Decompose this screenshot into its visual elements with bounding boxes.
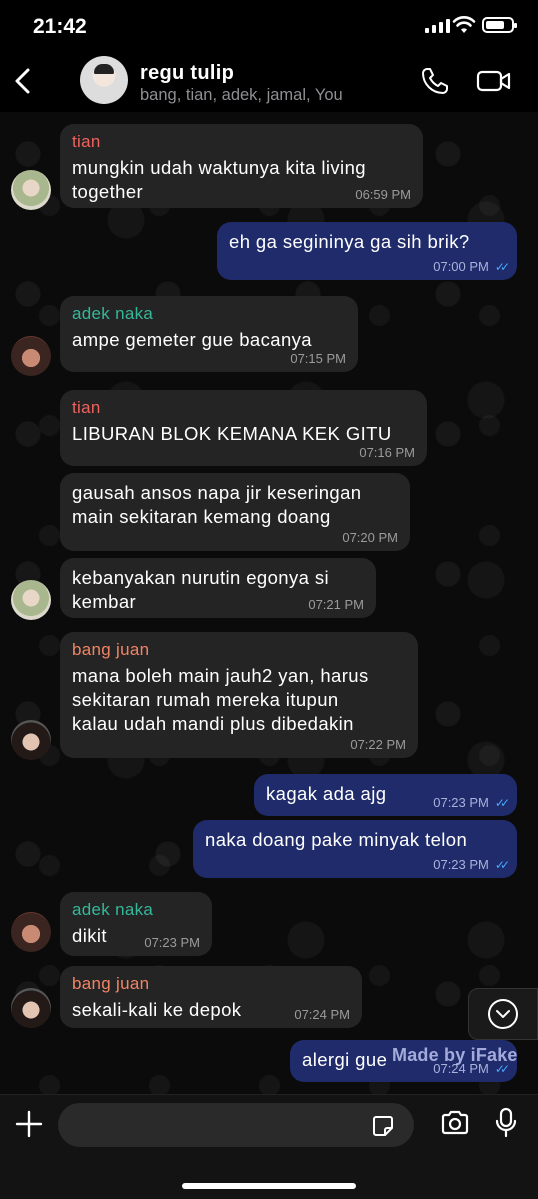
message-bubble[interactable]: kebanyakan nurutin egonya si kembar 07:2… — [60, 558, 376, 618]
sender-name: adek naka — [72, 900, 154, 919]
status-time: 21:42 — [33, 15, 87, 38]
message-input[interactable] — [58, 1103, 414, 1147]
cellular-signal-icon — [425, 19, 450, 33]
message-text: naka doang pake minyak telon — [205, 829, 468, 850]
read-receipt-icon: ✓✓ — [494, 795, 510, 810]
message-list[interactable]: tian mungkin udah waktunya kita living t… — [0, 112, 538, 1094]
sticker-icon[interactable] — [372, 1115, 394, 1137]
message-time: 07:24 PM — [294, 1007, 350, 1022]
message-bubble[interactable]: eh ga segininya ga sih brik? 07:00 PM ✓✓ — [217, 222, 517, 280]
message-time: 07:22 PM — [350, 737, 406, 752]
message-bubble[interactable]: bang juan sekali-kali ke depok 07:24 PM — [60, 966, 362, 1028]
avatar[interactable] — [11, 720, 51, 760]
camera-icon[interactable] — [440, 1110, 470, 1136]
message-time: 07:15 PM — [290, 351, 346, 366]
avatar[interactable] — [11, 580, 51, 620]
message-bubble[interactable]: tian mungkin udah waktunya kita living t… — [60, 124, 423, 208]
message-text: eh ga segininya ga sih brik? — [229, 231, 470, 252]
plus-icon[interactable] — [14, 1109, 44, 1139]
sender-name: adek naka — [72, 304, 154, 323]
avatar[interactable] — [11, 170, 51, 210]
sender-name: bang juan — [72, 640, 150, 659]
message-bubble[interactable]: adek naka dikit 07:23 PM — [60, 892, 212, 956]
group-avatar[interactable] — [80, 56, 128, 104]
video-call-icon[interactable] — [476, 69, 512, 93]
message-bubble[interactable]: bang juan mana boleh main jauh2 yan, har… — [60, 632, 418, 758]
message-bubble[interactable]: naka doang pake minyak telon 07:23 PM ✓✓ — [193, 820, 517, 878]
group-members[interactable]: bang, tian, adek, jamal, You — [140, 86, 343, 105]
phone-call-icon[interactable] — [420, 66, 450, 96]
sender-name: tian — [72, 398, 101, 417]
message-text: LIBURAN BLOK KEMANA KEK GITU — [72, 423, 392, 444]
message-text: gausah ansos napa jir keseringan main se… — [72, 482, 362, 527]
message-bubble[interactable]: adek naka ampe gemeter gue bacanya 07:15… — [60, 296, 358, 372]
wifi-icon — [452, 16, 476, 33]
message-text: mana boleh main jauh2 yan, harus sekitar… — [72, 665, 369, 734]
message-time: 07:21 PM — [308, 597, 364, 612]
battery-icon — [482, 17, 517, 33]
message-bubble[interactable]: kagak ada ajg 07:23 PM ✓✓ — [254, 774, 517, 816]
message-time: 07:20 PM — [342, 530, 398, 545]
chevron-down-icon — [488, 999, 518, 1029]
avatar[interactable] — [11, 912, 51, 952]
group-title[interactable]: regu tulip — [140, 62, 234, 85]
message-time: 07:00 PM ✓✓ — [433, 259, 510, 274]
message-time: 07:16 PM — [359, 445, 415, 460]
read-receipt-icon: ✓✓ — [494, 857, 510, 872]
message-text: ampe gemeter gue bacanya — [72, 329, 312, 350]
message-time: 06:59 PM — [355, 187, 411, 202]
sender-name: bang juan — [72, 974, 150, 993]
scroll-to-bottom-button[interactable] — [468, 988, 538, 1040]
read-receipt-icon: ✓✓ — [494, 259, 510, 274]
message-time: 07:23 PM ✓✓ — [433, 795, 510, 810]
watermark: Made by iFake — [392, 1045, 518, 1065]
message-bubble[interactable]: gausah ansos napa jir keseringan main se… — [60, 473, 410, 551]
back-arrow-icon[interactable] — [10, 64, 38, 98]
sender-name: tian — [72, 132, 101, 151]
home-indicator — [182, 1183, 356, 1189]
message-time: 07:23 PM ✓✓ — [433, 857, 510, 872]
status-bar: 21:42 — [0, 0, 538, 52]
avatar[interactable] — [11, 336, 51, 376]
avatar[interactable] — [11, 988, 51, 1028]
chat-header: regu tulip bang, tian, adek, jamal, You — [0, 52, 538, 112]
microphone-icon[interactable] — [494, 1107, 518, 1139]
message-time: 07:23 PM — [144, 935, 200, 950]
composer-bar — [0, 1094, 538, 1199]
message-bubble[interactable]: tian LIBURAN BLOK KEMANA KEK GITU 07:16 … — [60, 390, 427, 466]
